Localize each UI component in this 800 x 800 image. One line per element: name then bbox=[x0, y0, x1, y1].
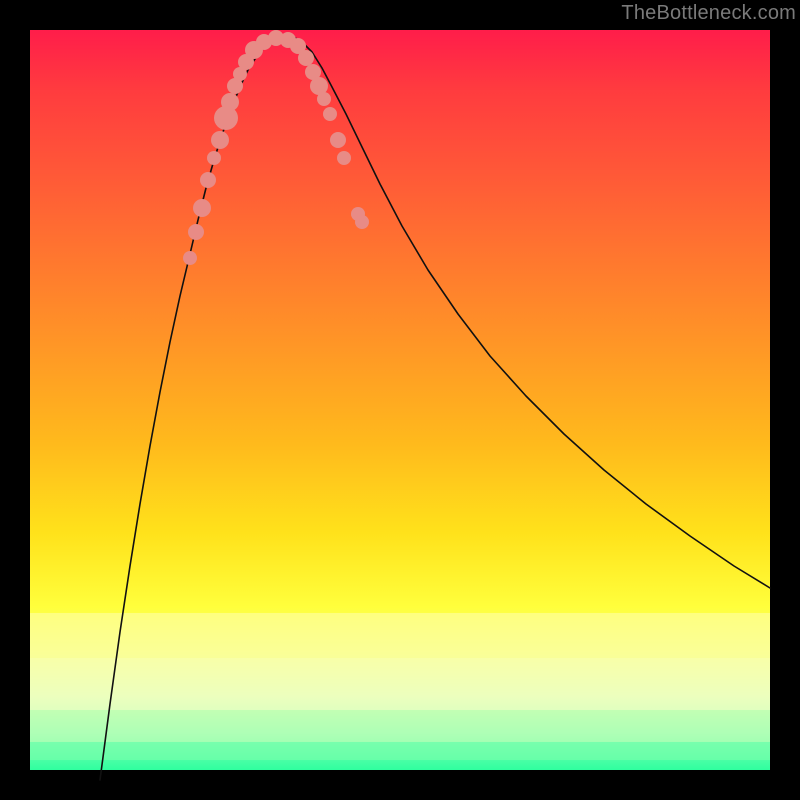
data-point bbox=[200, 172, 216, 188]
data-point bbox=[323, 107, 337, 121]
data-point bbox=[207, 151, 221, 165]
data-point bbox=[193, 199, 211, 217]
data-point bbox=[188, 224, 204, 240]
data-point bbox=[298, 50, 314, 66]
chart-svg bbox=[30, 30, 770, 770]
data-points-group bbox=[183, 30, 369, 265]
data-point bbox=[317, 92, 331, 106]
data-point bbox=[211, 131, 229, 149]
watermark-text: TheBottleneck.com bbox=[621, 2, 796, 25]
data-point bbox=[183, 251, 197, 265]
data-point bbox=[221, 93, 239, 111]
data-point bbox=[337, 151, 351, 165]
data-point bbox=[355, 215, 369, 229]
bottleneck-curve bbox=[100, 36, 770, 780]
data-point bbox=[330, 132, 346, 148]
